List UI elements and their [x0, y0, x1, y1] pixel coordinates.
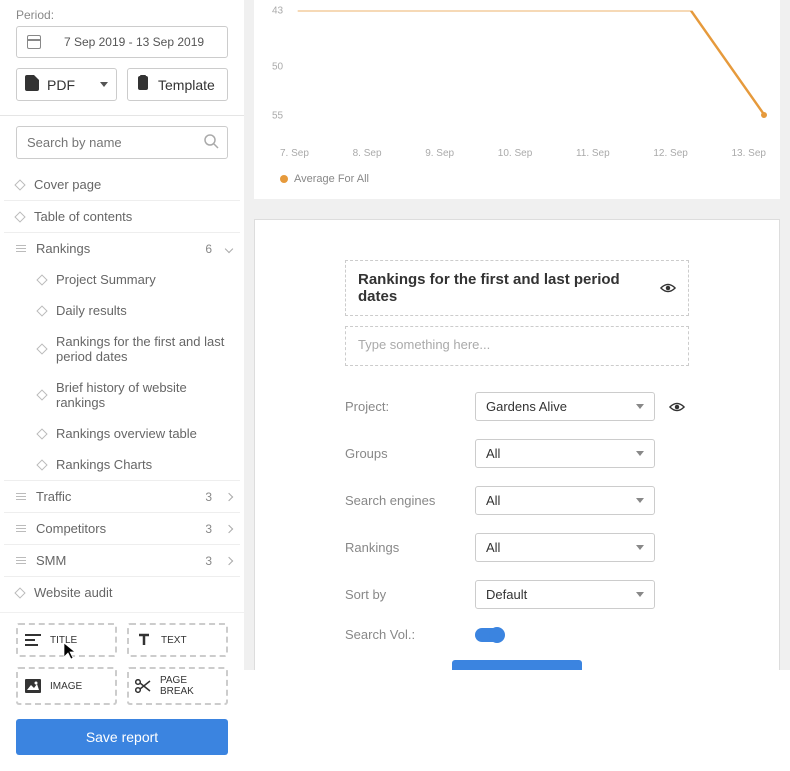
- label-sort: Sort by: [345, 587, 475, 602]
- form-card: Rankings for the first and last period d…: [254, 219, 780, 670]
- nav-smm[interactable]: SMM 3: [4, 544, 240, 576]
- search-input-wrap[interactable]: [16, 126, 228, 159]
- chevron-right-icon: [225, 524, 233, 532]
- diamond-icon: [14, 587, 25, 598]
- chevron-down-icon: [225, 244, 233, 252]
- cursor-icon: [63, 642, 77, 665]
- label-project: Project:: [345, 399, 475, 414]
- chevron-right-icon: [225, 492, 233, 500]
- period-label: Period:: [16, 8, 228, 22]
- nav-traffic[interactable]: Traffic 3: [4, 480, 240, 512]
- label-engines: Search engines: [345, 493, 475, 508]
- diamond-icon: [36, 305, 47, 316]
- nav-toc[interactable]: Table of contents: [4, 200, 240, 232]
- nav-rankings-fld[interactable]: Rankings for the first and last period d…: [4, 326, 240, 372]
- template-icon: [136, 75, 150, 94]
- chart-point: [762, 113, 772, 123]
- chart-legend: Average For All: [264, 159, 770, 185]
- title-input-box[interactable]: Rankings for the first and last period d…: [345, 260, 689, 316]
- dropdown-icon: [636, 498, 644, 503]
- list-icon: [16, 245, 26, 253]
- label-searchvol: Search Vol.:: [345, 627, 475, 642]
- cut-icon: [135, 677, 152, 695]
- nav-rankings-history[interactable]: Brief history of website rankings: [4, 372, 240, 418]
- period-picker[interactable]: 7 Sep 2019 - 13 Sep 2019: [16, 26, 228, 58]
- calendar-icon: [27, 35, 41, 49]
- list-icon: [16, 557, 26, 565]
- description-input[interactable]: Type something here...: [345, 326, 689, 366]
- select-rankings[interactable]: All: [475, 533, 655, 562]
- list-icon: [16, 493, 26, 501]
- title-icon: [24, 631, 42, 649]
- diamond-icon: [36, 274, 47, 285]
- template-label: Template: [158, 77, 215, 93]
- nav-cover-page[interactable]: Cover page: [4, 169, 240, 200]
- form-save-button[interactable]: Save: [452, 660, 582, 670]
- search-icon: [203, 133, 219, 152]
- toggle-searchvol[interactable]: [475, 628, 503, 642]
- nav-rankings-summary[interactable]: Project Summary: [4, 264, 240, 295]
- search-input[interactable]: [27, 135, 203, 150]
- block-image-button[interactable]: IMAGE: [16, 667, 117, 705]
- nav-rankings-table[interactable]: Rankings overview table: [4, 418, 240, 449]
- dropdown-icon: [100, 82, 108, 87]
- diamond-icon: [36, 343, 47, 354]
- pdf-icon: [25, 75, 39, 94]
- block-text-button[interactable]: TEXT: [127, 623, 228, 657]
- nav-competitors[interactable]: Competitors 3: [4, 512, 240, 544]
- nav-rankings-daily[interactable]: Daily results: [4, 295, 240, 326]
- template-button[interactable]: Template: [127, 68, 228, 101]
- chart-line: [278, 4, 770, 144]
- nav-audit[interactable]: Website audit: [4, 576, 240, 608]
- save-report-button[interactable]: Save report: [16, 719, 228, 755]
- select-groups[interactable]: All: [475, 439, 655, 468]
- form-title: Rankings for the first and last period d…: [358, 271, 636, 305]
- legend-dot-icon: [280, 175, 288, 183]
- period-value: 7 Sep 2019 - 13 Sep 2019: [51, 35, 217, 49]
- label-groups: Groups: [345, 446, 475, 461]
- dropdown-icon: [636, 545, 644, 550]
- eye-icon[interactable]: [669, 399, 685, 415]
- nav-rankings[interactable]: Rankings 6: [4, 232, 240, 264]
- dropdown-icon: [636, 404, 644, 409]
- list-icon: [16, 525, 26, 533]
- block-title-button[interactable]: TITLE: [16, 623, 117, 657]
- xaxis: 7. Sep 8. Sep 9. Sep 10. Sep 11. Sep 12.…: [264, 144, 770, 159]
- block-pagebreak-button[interactable]: PAGE BREAK: [127, 667, 228, 705]
- select-sort[interactable]: Default: [475, 580, 655, 609]
- nav-rankings-charts[interactable]: Rankings Charts: [4, 449, 240, 480]
- select-engines[interactable]: All: [475, 486, 655, 515]
- eye-icon[interactable]: [660, 280, 676, 296]
- dropdown-icon: [636, 451, 644, 456]
- chart: 43 50 55: [278, 4, 770, 144]
- diamond-icon: [14, 211, 25, 222]
- pdf-dropdown[interactable]: PDF: [16, 68, 117, 101]
- text-icon: [135, 631, 153, 649]
- dropdown-icon: [636, 592, 644, 597]
- chart-card: 43 50 55 7. Sep 8. Sep 9. Sep 10. Sep 11…: [254, 0, 780, 199]
- pdf-label: PDF: [47, 77, 75, 93]
- diamond-icon: [36, 428, 47, 439]
- image-icon: [24, 677, 42, 695]
- diamond-icon: [36, 459, 47, 470]
- chevron-right-icon: [225, 556, 233, 564]
- select-project[interactable]: Gardens Alive: [475, 392, 655, 421]
- label-rankings: Rankings: [345, 540, 475, 555]
- diamond-icon: [14, 179, 25, 190]
- diamond-icon: [36, 389, 47, 400]
